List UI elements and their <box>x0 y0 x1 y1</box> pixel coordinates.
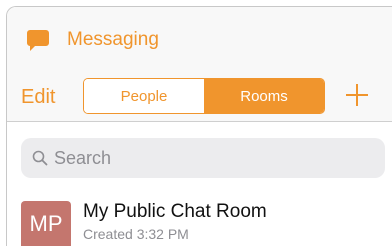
search-icon <box>32 150 48 166</box>
list-item-room[interactable]: MP My Public Chat Room Created 3:32 PM <box>7 193 392 246</box>
search-field[interactable]: Search <box>21 138 385 178</box>
segment-rooms[interactable]: Rooms <box>204 79 324 113</box>
plus-icon[interactable] <box>345 83 369 107</box>
room-subtitle: Created 3:32 PM <box>83 226 189 242</box>
search-placeholder: Search <box>54 148 112 168</box>
avatar: MP <box>21 201 71 246</box>
app-title: Messaging <box>67 29 159 50</box>
segment-people[interactable]: People <box>84 79 204 113</box>
people-rooms-segmented-control: People Rooms <box>83 78 325 114</box>
edit-button[interactable]: Edit <box>21 84 55 110</box>
room-name: My Public Chat Room <box>83 201 267 222</box>
app-window: Messaging Edit People Rooms Search MP My… <box>6 6 392 246</box>
chat-bubble-icon <box>27 30 49 51</box>
top-bar: Messaging Edit People Rooms <box>7 7 392 122</box>
